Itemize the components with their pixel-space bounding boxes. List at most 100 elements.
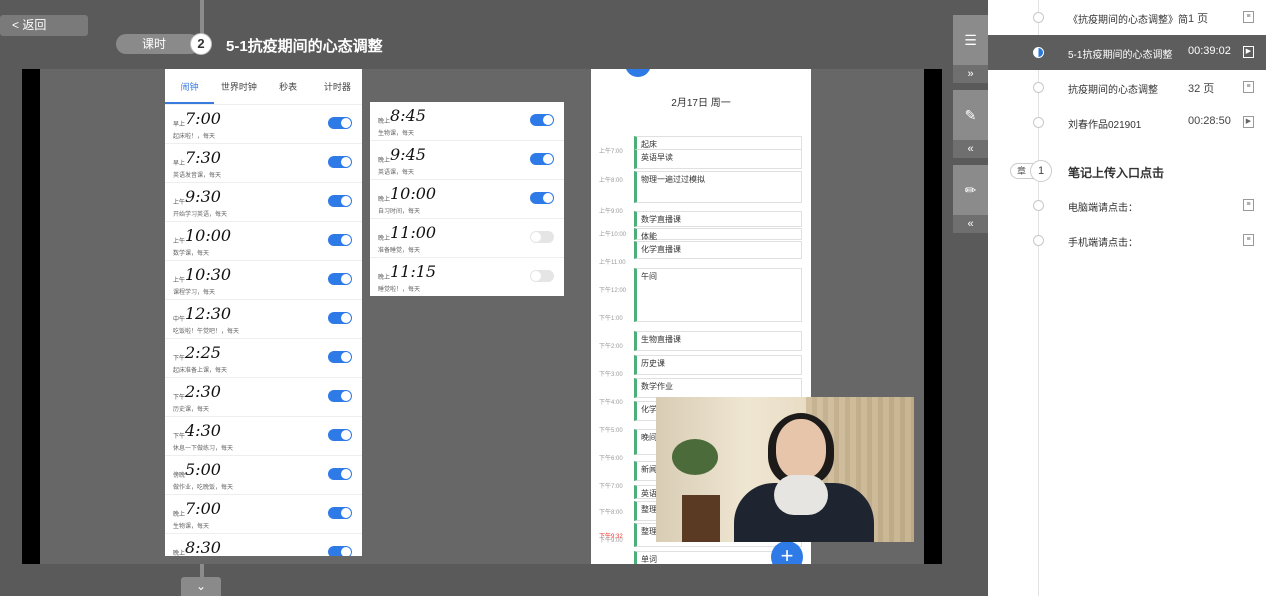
alarm-period: 中午 [173,317,186,323]
alarm-tab: 世界时钟 [220,82,257,92]
calendar-hour-label: 下午12:00 [599,288,627,294]
calendar-hour-label: 下午7:00 [599,484,623,490]
alarm-label: 数学课，每天 [173,251,210,257]
outline-item-meta: 1 页 [1188,13,1209,25]
outline-section[interactable]: 章 1 笔记上传入口点击 [988,158,1266,184]
alarm-time: 10:00 [185,226,232,245]
alarm-time: 9:30 [185,187,221,206]
outline-item[interactable]: 《抗疫期间的心态调整》简... 1 页 ≡ [988,0,1266,35]
calendar-hour-label: 下午1:00 [599,316,623,322]
calendar-hour-label: 下午2:00 [599,344,623,350]
outline-item[interactable]: 刘春作品021901 00:28:50 ▶ [988,105,1266,140]
alarm-label: 休息一下做练习，每天 [173,446,234,452]
alarm-time: 5:00 [185,460,221,479]
alarm-row: 晚上 11:00 准备睡觉，每天 [370,219,564,258]
alarm-toggle [328,390,352,402]
alarm-period: 晚上 [378,158,391,164]
instructor-webcam [656,397,914,542]
alarm-toggle [328,312,352,324]
side-toolbar-notes[interactable]: ✏ « [953,165,988,233]
outline-item[interactable]: 抗疫期间的心态调整 32 页 ≡ [988,70,1266,105]
alarm-toggle [328,273,352,285]
alarm-time: 7:00 [185,109,221,128]
alarm-time: 2:30 [185,382,221,401]
timeline-connector-top [200,0,204,35]
pencil-icon[interactable]: ✏ [953,165,988,215]
status-dot-icon [1033,47,1044,58]
expand-chevron-icon[interactable]: » [953,65,988,83]
calendar-hour-label: 下午10:00 [599,563,626,564]
calendar-hour-label: 下午8:00 [599,510,623,516]
timeline-connector-bottom [200,564,204,578]
alarm-time: 8:30 [185,538,221,556]
alarm-period: 晚上 [378,197,391,203]
outline-item-title: 抗疫期间的心态调整 [1068,85,1158,96]
course-outline-panel: 《抗疫期间的心态调整》简... 1 页 ≡ 5-1抗疫期间的心态调整 00:39:02 ▶… [988,0,1266,596]
alarm-time: 12:30 [185,304,232,323]
upload-icon: ≡ [1243,234,1254,246]
outline-subitem-title: 电脑端请点击： [1068,203,1138,214]
outline-item[interactable]: 5-1抗疫期间的心态调整 00:39:02 ▶ [988,35,1266,70]
video-letterbox-right [924,69,942,564]
outline-subitem[interactable]: 电脑端请点击： ≡ [988,188,1266,223]
calendar-header [591,69,811,103]
calendar-hour-label: 下午5:00 [599,428,623,434]
chevron-down-icon[interactable]: ⌄ [181,577,221,596]
calendar-event: 物理一遍过过模拟 [634,171,802,203]
lesson-title: 5-1抗疫期间的心态调整 [226,38,383,55]
alarm-toggle [530,114,554,126]
alarm-tab: 计时器 [323,82,351,92]
alarm-label: 自习时间，每天 [378,209,421,215]
list-icon[interactable]: ☰ [953,15,988,65]
alarm-label: 英语课，每天 [378,170,415,176]
status-dot-icon [1033,117,1044,128]
calendar-event: 生物直播课 [634,331,802,351]
alarm-time: 8:45 [390,106,426,125]
alarm-toggle [530,153,554,165]
alarm-toggle [328,507,352,519]
video-player[interactable]: 闹钟 世界时钟 秒表 计时器 早上 7:00 起床啦！，每天 早上 7:30 英语发音课，每天上… [22,69,942,564]
instructor-scarf [774,475,828,515]
upload-icon: ≡ [1243,199,1254,211]
outline-subitem[interactable]: 手机端请点击： ≡ [988,223,1266,258]
calendar-hour-label: 上午8:00 [599,178,623,184]
calendar-now-label: 下午9:32 [599,534,623,540]
calendar-hour-label: 上午9:00 [599,209,623,215]
alarm-period: 晚上 [378,236,391,242]
alarm-row: 晚上8:30自习时间，每天 [165,534,362,556]
outline-item-meta: 32 页 [1188,83,1215,95]
alarm-period: 下午 [173,434,186,440]
alarm-tab: 闹钟 [165,69,215,104]
alarm-tabs: 闹钟 世界时钟 秒表 计时器 [165,69,362,105]
back-button[interactable]: < 返回 [0,15,88,36]
plant [672,439,718,475]
alarm-row: 晚上 9:45 英语课，每天 [370,141,564,180]
alarm-time: 11:00 [390,223,437,242]
alarm-toggle [530,192,554,204]
lesson-chip: 课时 [116,34,200,54]
section-number: 1 [1030,160,1052,182]
collapse-chevron-icon[interactable]: « [953,140,988,158]
calendar-hour-label: 下午6:00 [599,456,623,462]
calendar-tab-indicator [625,69,651,77]
collapse-chevron-icon[interactable]: « [953,215,988,233]
alarm-toggle [328,117,352,129]
side-toolbar-list[interactable]: ☰ » [953,15,988,83]
alarm-time: 9:45 [390,145,426,164]
alarm-time: 10:30 [185,265,232,284]
alarm-time: 4:30 [185,421,221,440]
alarm-row: 下午 2:25 起床准备上课，每天 [165,339,362,378]
lesson-player: < 返回 课时 2 5-1抗疫期间的心态调整 闹钟 世界时钟 秒表 计时器 早上 7:0… [0,0,1266,596]
outline-item-title: 刘春作品021901 [1068,120,1142,131]
document-icon: ≡ [1243,81,1254,93]
alarm-row: 下午 4:30 休息一下做练习，每天 [165,417,362,456]
alarm-time: 11:15 [390,262,437,281]
side-toolbar-attachment[interactable]: ✎ « [953,90,988,158]
calendar-event: 数学直播课 [634,211,802,227]
status-dot-icon [1033,235,1044,246]
alarm-label: 课程学习，每天 [173,290,216,296]
alarm-period: 晚上 [378,119,391,125]
calendar-event: 历史课 [634,355,802,375]
paperclip-icon[interactable]: ✎ [953,90,988,140]
alarm-label: 历史课，每天 [173,407,210,413]
